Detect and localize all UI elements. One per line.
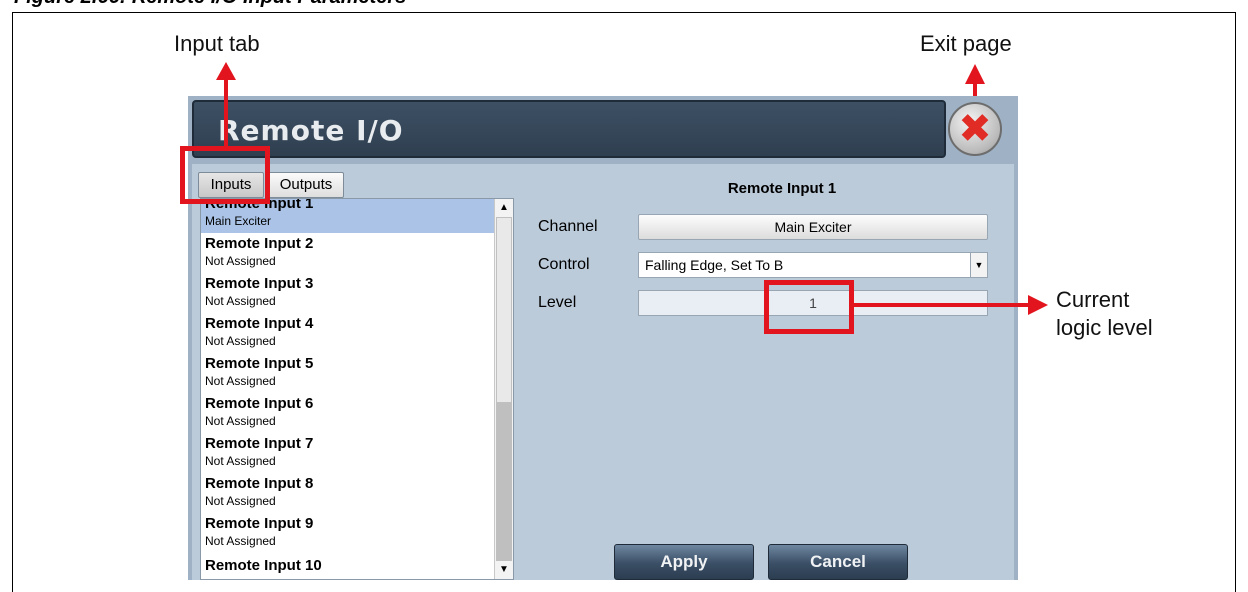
input-tab-arrow-head (216, 62, 236, 80)
level-arrow-head (1028, 295, 1048, 315)
annotation-arrows (216, 62, 1048, 315)
exit-arrow-head (965, 64, 985, 84)
